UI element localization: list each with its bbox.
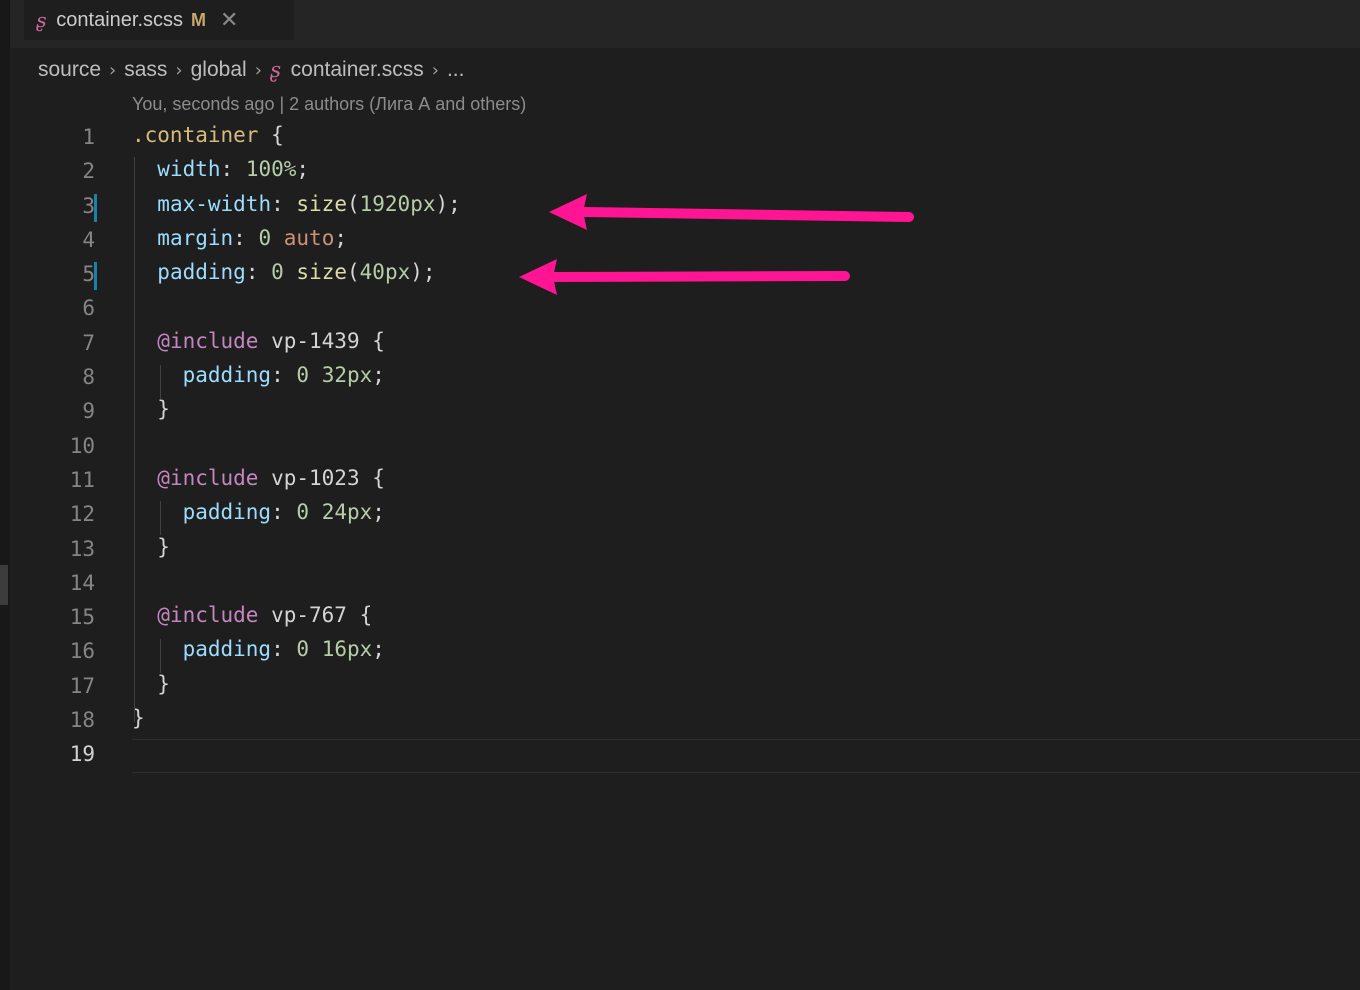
activity-gutter: [0, 0, 10, 990]
code-text: max-width: size(1920px);: [157, 191, 461, 216]
code-text: }: [157, 534, 170, 559]
code-line[interactable]: 8 padding: 0 32px;: [10, 361, 1360, 395]
tab-container-scss[interactable]: ʂ container.scss M ✕: [24, 0, 294, 40]
code-line[interactable]: 12 padding: 0 24px;: [10, 498, 1360, 532]
indent-guide: [160, 639, 161, 673]
indent-guide: [160, 501, 161, 535]
chevron-right-icon: ›: [109, 59, 117, 81]
code-text: }: [157, 671, 170, 696]
code-text: width: 100%;: [157, 157, 310, 182]
code-text: @include vp-767 {: [157, 603, 373, 628]
line-number: 17: [69, 673, 95, 698]
line-number: 13: [69, 536, 95, 561]
code-line[interactable]: 7 @include vp-1439 {: [10, 327, 1360, 361]
chevron-right-icon: ›: [431, 59, 439, 81]
code-text: @include vp-1023 {: [157, 465, 385, 490]
sass-file-icon: ʂ: [36, 8, 47, 32]
code-line[interactable]: 2 width: 100%;: [10, 155, 1360, 189]
breadcrumb-item-source[interactable]: source: [38, 58, 101, 82]
code-line[interactable]: 13 }: [10, 533, 1360, 567]
line-number: 14: [69, 570, 95, 595]
scroll-marker: [0, 565, 8, 605]
code-text: padding: 0 24px;: [182, 500, 385, 525]
code-line[interactable]: 1 .container {: [10, 121, 1360, 155]
line-number: 6: [82, 296, 95, 321]
code-line[interactable]: 10: [10, 430, 1360, 464]
line-number: 9: [82, 399, 95, 424]
line-number: 8: [82, 365, 95, 390]
close-icon[interactable]: ✕: [220, 7, 238, 33]
code-text: margin: 0 auto;: [157, 225, 347, 250]
line-number: 2: [82, 159, 95, 184]
code-line[interactable]: 19: [10, 738, 1360, 772]
annotation-arrow: [519, 259, 850, 295]
line-number: 4: [82, 227, 95, 252]
line-number: 12: [69, 502, 95, 527]
git-modified-marker: [94, 193, 97, 222]
code-text: padding: 0 size(40px);: [157, 260, 436, 285]
indent-guide: [134, 157, 135, 722]
line-number: 3: [82, 193, 95, 218]
tab-label: container.scss: [56, 8, 183, 31]
line-number: 7: [82, 330, 95, 355]
codelens-blame[interactable]: You, seconds ago | 2 authors (Лига А and…: [132, 94, 526, 115]
breadcrumb-item-sass[interactable]: sass: [124, 58, 167, 82]
code-text: padding: 0 16px;: [182, 637, 385, 662]
modified-badge: M: [191, 9, 206, 30]
line-number: 16: [69, 639, 95, 664]
line-number: 10: [69, 433, 95, 458]
code-text: }: [157, 397, 170, 422]
breadcrumb-item-file[interactable]: container.scss: [291, 58, 424, 82]
code-line[interactable]: 17 }: [10, 670, 1360, 704]
line-number: 19: [69, 742, 95, 767]
code-line[interactable]: 16 padding: 0 16px;: [10, 635, 1360, 669]
line-number: 18: [69, 708, 95, 733]
line-number: 11: [69, 467, 95, 492]
code-line[interactable]: 15 @include vp-767 {: [10, 601, 1360, 635]
chevron-right-icon: ›: [254, 59, 262, 81]
code-text: @include vp-1439 {: [157, 328, 385, 353]
code-line[interactable]: 14: [10, 567, 1360, 601]
chevron-right-icon: ›: [175, 59, 183, 81]
breadcrumb-item-symbols[interactable]: ...: [447, 58, 465, 82]
code-line[interactable]: 11 @include vp-1023 {: [10, 464, 1360, 498]
line-number: 1: [82, 125, 95, 149]
tab-bar: ʂ container.scss M ✕: [10, 0, 1360, 48]
line-number: 15: [69, 605, 95, 630]
indent-guide: [160, 365, 161, 399]
breadcrumb: source › sass › global › ʂ container.scs…: [38, 54, 464, 86]
git-modified-marker: [94, 262, 97, 291]
breadcrumb-item-global[interactable]: global: [191, 58, 247, 82]
code-line[interactable]: 18}: [10, 704, 1360, 738]
code-text: .container {: [132, 123, 284, 147]
code-text: padding: 0 32px;: [182, 363, 385, 388]
line-number: 5: [82, 262, 95, 287]
sass-file-icon: ʂ: [269, 58, 281, 82]
code-line[interactable]: 9 }: [10, 395, 1360, 429]
annotation-arrow: [549, 194, 914, 230]
